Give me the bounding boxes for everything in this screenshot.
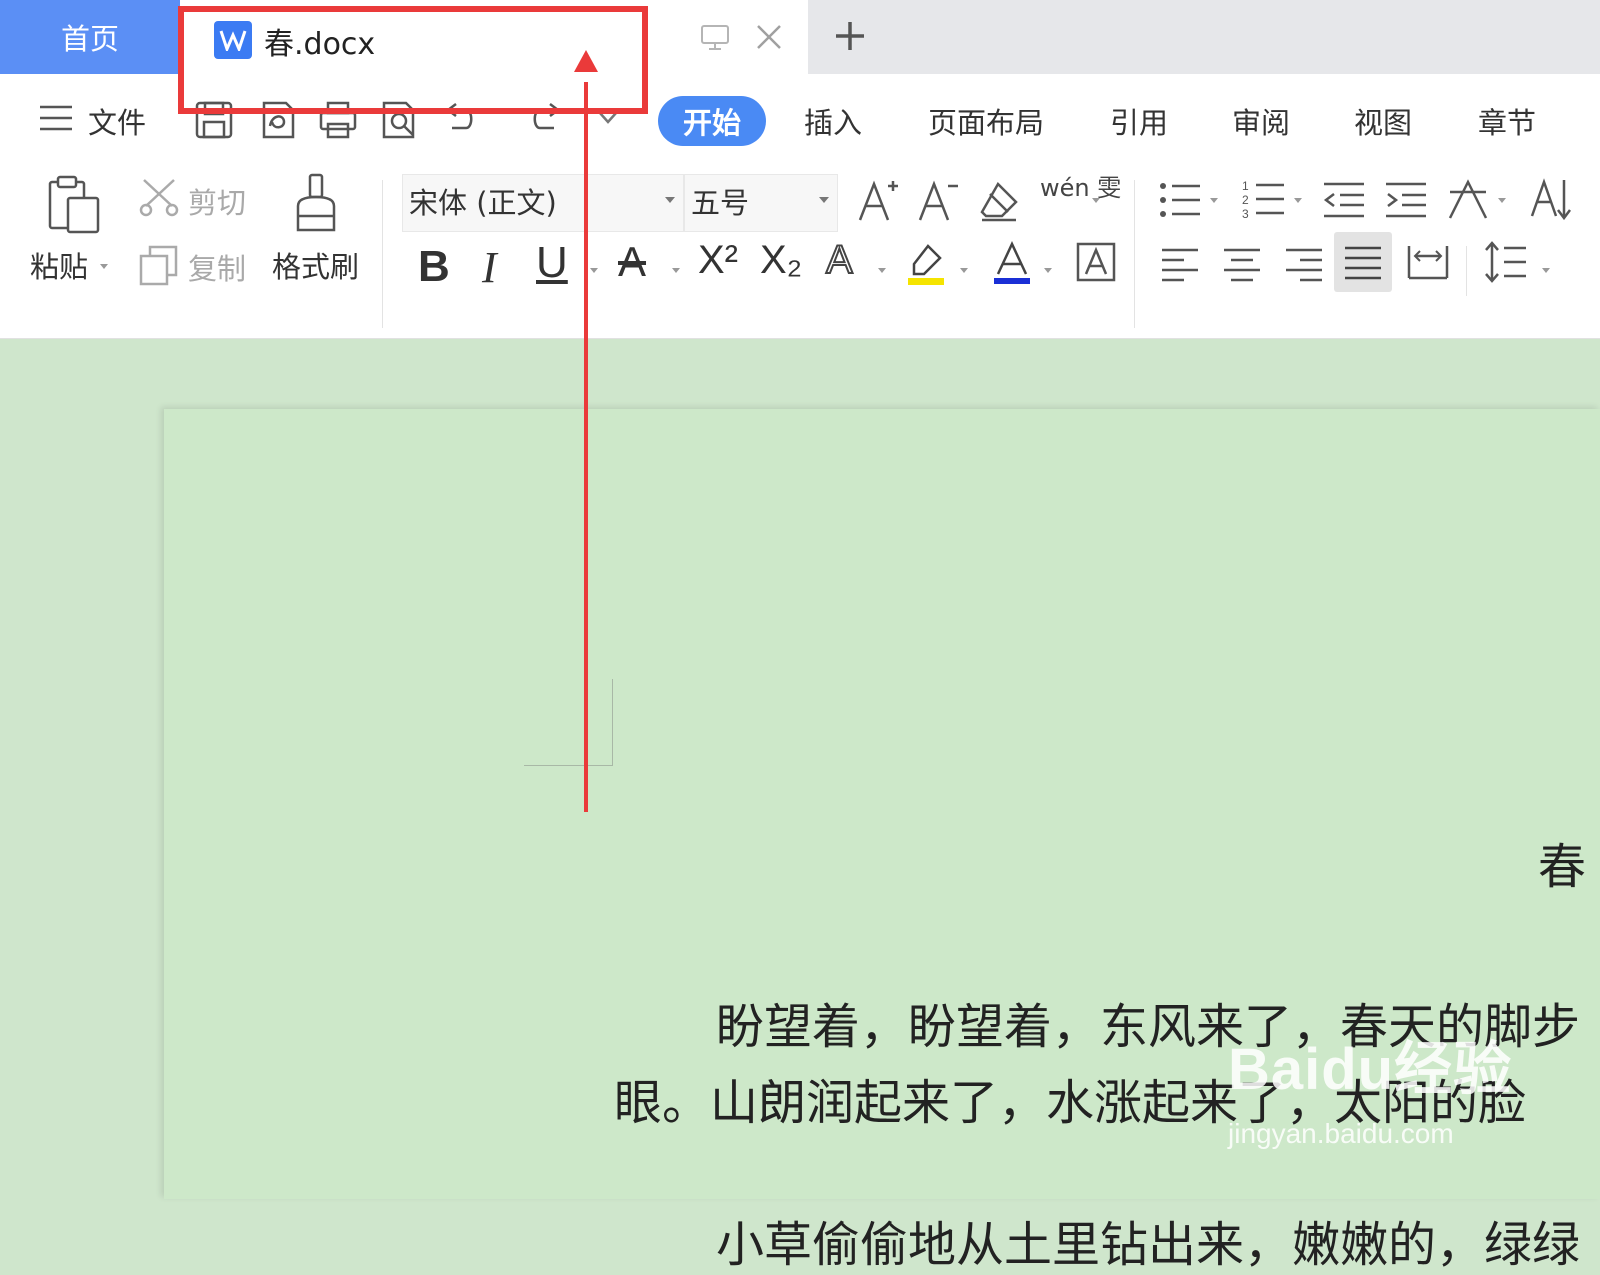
align-center-icon[interactable] xyxy=(1222,246,1262,282)
save-icon[interactable] xyxy=(194,100,234,140)
tab-document-title: 春.docx xyxy=(264,27,376,62)
tab-bar: 首页 春.docx xyxy=(0,0,1600,74)
sort-icon[interactable] xyxy=(1528,176,1572,222)
justify-icon xyxy=(1345,246,1381,280)
superscript-icon[interactable]: X² xyxy=(698,238,738,283)
distributed-icon[interactable] xyxy=(1406,242,1450,282)
highlight-icon[interactable] xyxy=(906,242,946,286)
screen-icon[interactable] xyxy=(700,24,730,52)
hamburger-icon[interactable] xyxy=(38,104,74,132)
bullets-icon[interactable] xyxy=(1158,180,1202,220)
watermark-logo: Baidu经验 xyxy=(1228,1037,1513,1102)
more-icon[interactable] xyxy=(596,108,620,128)
print-icon[interactable] xyxy=(318,100,358,140)
text-effect-icon[interactable]: A xyxy=(825,237,854,283)
print-preview-icon[interactable] xyxy=(380,100,420,140)
file-menu[interactable]: 文件 xyxy=(88,100,146,142)
svg-text:2: 2 xyxy=(1242,193,1249,207)
plus-icon[interactable] xyxy=(834,20,866,52)
tab-start-label: 开始 xyxy=(682,106,741,140)
document-line[interactable]: 小草偷偷地从土里钻出来，嫩嫩的，绿绿 xyxy=(716,1205,1580,1275)
word-doc-icon xyxy=(214,21,252,59)
strikethrough-icon[interactable]: A xyxy=(618,238,646,286)
tab-review[interactable]: 审阅 xyxy=(1232,100,1290,142)
increase-font-icon[interactable] xyxy=(856,176,900,224)
underline-icon[interactable]: U xyxy=(536,238,568,288)
chinese-layout-icon[interactable] xyxy=(1446,178,1490,220)
close-icon[interactable] xyxy=(754,22,784,52)
italic-icon[interactable]: I xyxy=(482,242,497,293)
phonetic-guide-icon[interactable]: wén 雯 xyxy=(1040,176,1121,200)
redo-icon[interactable] xyxy=(526,100,566,140)
decrease-indent-icon[interactable] xyxy=(1322,180,1366,220)
subscript-icon[interactable]: X₂ xyxy=(760,238,802,283)
undo-icon[interactable] xyxy=(440,100,480,140)
font-size-select[interactable]: 五号 xyxy=(684,174,838,232)
font-family-select[interactable]: 宋体 (正文) xyxy=(402,174,684,232)
tab-insert[interactable]: 插入 xyxy=(804,100,862,142)
tool-area: 粘贴 剪切 复制 格式刷 宋体 (正文) 五号 wén 雯 B I U A X²… xyxy=(0,166,1600,398)
ribbon: 文件 开始 插入 页面布局 引用 审阅 视图 章节 粘贴 剪切 复制 格式刷 宋… xyxy=(0,74,1600,398)
baidu-watermark: Baidu经验 jingyan.baidu.com xyxy=(1228,1022,1513,1149)
copy-label[interactable]: 复制 xyxy=(188,246,246,288)
format-painter-icon[interactable] xyxy=(290,172,342,236)
numbering-icon[interactable]: 123 xyxy=(1242,178,1286,220)
tab-page-layout[interactable]: 页面布局 xyxy=(928,100,1044,142)
paste-label[interactable]: 粘贴 xyxy=(30,244,88,286)
svg-text:1: 1 xyxy=(1242,179,1249,193)
watermark-url: jingyan.baidu.com xyxy=(1228,1118,1454,1149)
tab-view[interactable]: 视图 xyxy=(1354,100,1412,142)
clear-format-icon[interactable] xyxy=(978,180,1022,224)
tab-home[interactable]: 首页 xyxy=(0,0,180,74)
menu-row: 文件 开始 插入 页面布局 引用 审阅 视图 章节 xyxy=(0,74,1600,197)
document-title[interactable]: 春 xyxy=(1538,827,1586,897)
tab-section[interactable]: 章节 xyxy=(1478,100,1536,142)
tab-home-label: 首页 xyxy=(60,22,119,56)
line-spacing-icon[interactable] xyxy=(1484,240,1528,284)
tab-references[interactable]: 引用 xyxy=(1110,100,1168,142)
align-right-icon[interactable] xyxy=(1284,246,1324,282)
bold-icon[interactable]: B xyxy=(418,242,450,292)
export-pdf-icon[interactable] xyxy=(258,100,298,140)
margin-corner-mark xyxy=(524,679,613,766)
align-left-icon[interactable] xyxy=(1160,246,1200,282)
cut-icon[interactable] xyxy=(138,176,180,218)
cut-label[interactable]: 剪切 xyxy=(188,180,246,222)
font-size-value: 五号 xyxy=(691,186,750,220)
char-border-icon[interactable] xyxy=(1076,242,1116,282)
font-color-icon[interactable] xyxy=(992,240,1032,286)
decrease-font-icon[interactable] xyxy=(916,176,960,224)
format-painter-label[interactable]: 格式刷 xyxy=(272,244,359,286)
svg-text:3: 3 xyxy=(1242,207,1249,220)
tab-document[interactable]: 春.docx xyxy=(180,0,808,74)
font-family-value: 宋体 (正文) xyxy=(409,186,557,220)
tab-start[interactable]: 开始 xyxy=(658,96,766,146)
increase-indent-icon[interactable] xyxy=(1384,180,1428,220)
paste-icon[interactable] xyxy=(44,174,104,236)
justify-button[interactable] xyxy=(1334,232,1392,292)
copy-icon[interactable] xyxy=(138,244,180,286)
